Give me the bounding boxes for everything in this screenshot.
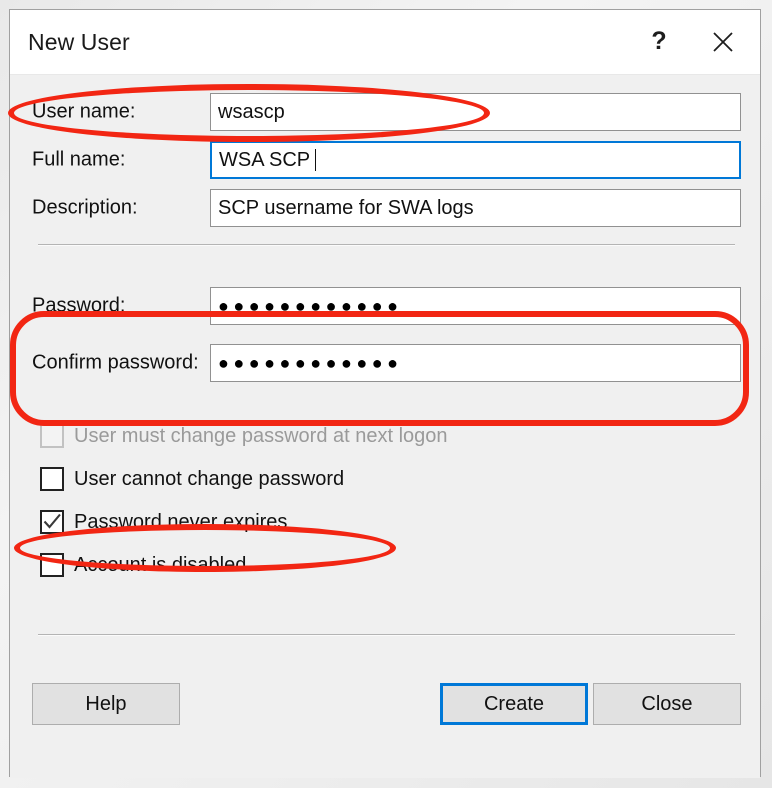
checkbox-label-must-change: User must change password at next logon bbox=[74, 424, 448, 447]
checkbox-user-cannot-change-password[interactable] bbox=[40, 467, 64, 491]
dialog-content: User name: wsascp Full name: WSA SCP Des… bbox=[10, 75, 760, 778]
checkbox-label-account-disabled: Account is disabled bbox=[74, 553, 247, 576]
field-row-confirm-password: Confirm password: ●●●●●●●●●●●● bbox=[10, 340, 760, 386]
confirm-password-value: ●●●●●●●●●●●● bbox=[218, 353, 403, 373]
new-user-dialog: New User ? User name: wsascp Full name: … bbox=[9, 9, 761, 778]
checkbox-account-is-disabled[interactable] bbox=[40, 553, 64, 577]
checkbox-label-never-expires: Password never expires bbox=[74, 510, 288, 533]
password-label: Password: bbox=[32, 294, 126, 317]
fullname-label: Full name: bbox=[32, 148, 126, 171]
confirm-password-label: Confirm password: bbox=[32, 351, 199, 374]
checkbox-row-must-change[interactable]: User must change password at next logon bbox=[10, 415, 760, 457]
checkbox-label-cannot-change: User cannot change password bbox=[74, 467, 345, 490]
fullname-input[interactable]: WSA SCP bbox=[210, 141, 741, 179]
username-label: User name: bbox=[32, 100, 136, 123]
text-caret bbox=[315, 149, 317, 171]
close-icon[interactable] bbox=[694, 10, 752, 73]
question-mark-icon[interactable]: ? bbox=[630, 10, 688, 73]
create-button[interactable]: Create bbox=[440, 683, 588, 725]
checkbox-row-cannot-change[interactable]: User cannot change password bbox=[10, 458, 760, 500]
field-row-password: Password: ●●●●●●●●●●●● bbox=[10, 283, 760, 329]
description-label: Description: bbox=[32, 196, 138, 219]
password-value: ●●●●●●●●●●●● bbox=[218, 296, 403, 316]
separator-bottom bbox=[38, 634, 735, 636]
checkbox-must-change-password[interactable] bbox=[40, 424, 64, 448]
window-title: New User bbox=[28, 29, 130, 55]
field-row-description: Description: SCP username for SWA logs bbox=[10, 185, 760, 231]
checkbox-row-never-expires[interactable]: Password never expires bbox=[10, 501, 760, 543]
checkbox-password-never-expires[interactable] bbox=[40, 510, 64, 534]
confirm-password-input[interactable]: ●●●●●●●●●●●● bbox=[210, 344, 741, 382]
password-input[interactable]: ●●●●●●●●●●●● bbox=[210, 287, 741, 325]
fullname-value: WSA SCP bbox=[219, 148, 311, 171]
title-bar: New User ? bbox=[10, 10, 760, 75]
field-row-username: User name: wsascp bbox=[10, 89, 760, 135]
separator-top bbox=[38, 244, 735, 246]
field-row-fullname: Full name: WSA SCP bbox=[10, 137, 760, 183]
description-input[interactable]: SCP username for SWA logs bbox=[210, 189, 741, 227]
help-button[interactable]: Help bbox=[32, 683, 180, 725]
checkbox-row-account-disabled[interactable]: Account is disabled bbox=[10, 544, 760, 586]
screen-backdrop: New User ? User name: wsascp Full name: … bbox=[0, 0, 772, 788]
close-button[interactable]: Close bbox=[593, 683, 741, 725]
username-input[interactable]: wsascp bbox=[210, 93, 741, 131]
